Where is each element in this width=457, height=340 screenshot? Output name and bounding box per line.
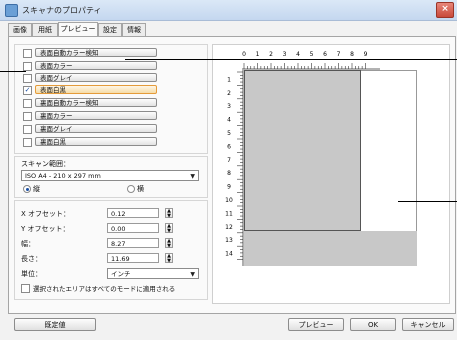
ruler-label: 5	[227, 130, 231, 137]
ruler-label: 13	[225, 237, 233, 244]
landscape-label: 横	[137, 185, 144, 193]
default-button[interactable]: 既定値	[14, 318, 96, 331]
ruler-label: 0	[242, 51, 246, 58]
ruler-label: 12	[225, 224, 233, 231]
ruler-label: 7	[227, 157, 231, 164]
y-offset-spinner[interactable]: ▲ ▼	[165, 223, 173, 234]
mode-button[interactable]: 裏面カラー	[35, 111, 157, 120]
x-offset-field[interactable]: 0.12	[107, 208, 159, 218]
apply-all-checkbox[interactable]	[21, 284, 30, 293]
ruler-label: 2	[227, 90, 231, 97]
ruler-label: 14	[225, 251, 233, 258]
cancel-button[interactable]: キャンセル	[402, 318, 454, 331]
ruler-label: 1	[256, 51, 260, 58]
vertical-ruler: 1234567891011121314	[225, 70, 244, 266]
x-offset-label: X オフセット：	[21, 210, 71, 218]
mode-button-selected[interactable]: 表面白黒	[35, 85, 157, 94]
ruler-label: 8	[227, 170, 231, 177]
tab-image[interactable]: 画像	[8, 23, 32, 36]
mode-checkbox[interactable]	[23, 74, 32, 83]
chevron-down-icon: ▼	[190, 173, 195, 180]
callout-line	[0, 71, 26, 72]
portrait-label: 縦	[33, 185, 40, 193]
ruler-label: 9	[227, 184, 231, 191]
mode-checkbox[interactable]	[23, 99, 32, 108]
ruler-label: 1	[227, 76, 231, 83]
ruler-label: 11	[225, 210, 233, 217]
offset-group: X オフセット： 0.12 ▲ ▼ Y オフセット： 0.00 ▲ ▼ 幅： 8.2…	[14, 200, 208, 300]
mode-button[interactable]: 裏面グレイ	[35, 124, 157, 133]
mode-button[interactable]: 表面自動カラー検知	[35, 48, 157, 57]
scan-area-value: ISO A4 - 210 x 297 mm	[25, 172, 101, 180]
mode-checkbox[interactable]	[23, 112, 32, 121]
ruler-label: 5	[310, 51, 314, 58]
ruler-label: 8	[350, 51, 354, 58]
mode-button[interactable]: 表面カラー	[35, 61, 157, 70]
unit-select[interactable]: インチ ▼	[107, 268, 199, 279]
unit-label: 単位：	[21, 270, 42, 278]
width-spinner[interactable]: ▲ ▼	[165, 238, 173, 249]
mode-checkbox[interactable]	[23, 62, 32, 71]
y-offset-label: Y オフセット：	[21, 225, 70, 233]
scan-area-select[interactable]: ISO A4 - 210 x 297 mm ▼	[21, 170, 199, 181]
non-scan-shade	[244, 231, 417, 266]
ruler-label: 6	[227, 143, 231, 150]
y-offset-field[interactable]: 0.00	[107, 223, 159, 233]
ruler-label: 9	[364, 51, 368, 58]
x-offset-spinner[interactable]: ▲ ▼	[165, 208, 173, 219]
mode-button[interactable]: 裏面自動カラー検知	[35, 98, 157, 107]
scanner-properties-window: スキャナのプロパティ × 画像 用紙 プレビュー 設定 情報 表面自動カラー検知…	[0, 0, 457, 340]
tab-info[interactable]: 情報	[122, 23, 146, 36]
ruler-label: 10	[225, 197, 233, 204]
length-label: 長さ：	[21, 255, 42, 263]
length-spinner[interactable]: ▲ ▼	[165, 253, 173, 264]
apply-all-label: 選択されたエリアはすべてのモードに適用される	[33, 285, 176, 293]
close-button[interactable]: ×	[436, 2, 454, 18]
mode-checkbox[interactable]	[23, 138, 32, 147]
width-field[interactable]: 8.27	[107, 238, 159, 248]
tab-settings[interactable]: 設定	[98, 23, 122, 36]
callout-line	[398, 201, 457, 202]
scan-area-group: スキャン範囲： ISO A4 - 210 x 297 mm ▼ 縦 横	[14, 156, 208, 198]
landscape-radio[interactable]	[127, 185, 135, 193]
mode-checkbox-checked[interactable]: ✓	[23, 86, 32, 95]
mode-checkbox[interactable]	[23, 125, 32, 134]
mode-button[interactable]: 表面グレイ	[35, 73, 157, 82]
ruler-label: 4	[227, 117, 231, 124]
portrait-radio[interactable]	[23, 185, 31, 193]
chevron-down-icon: ▼	[190, 271, 195, 278]
scan-mode-group: 表面自動カラー検知 表面カラー 表面グレイ ✓ 表面白黒 裏面自動カラー検知 裏…	[14, 44, 208, 154]
preview-button[interactable]: プレビュー	[288, 318, 344, 331]
ruler-label: 3	[283, 51, 287, 58]
scan-area-selection[interactable]	[244, 70, 361, 231]
scan-area-label: スキャン範囲：	[21, 160, 70, 168]
length-field[interactable]: 11.69	[107, 253, 159, 263]
tab-preview[interactable]: プレビュー	[58, 22, 98, 37]
title-bar: スキャナのプロパティ ×	[0, 0, 457, 21]
ruler-label: 3	[227, 103, 231, 110]
unit-value: インチ	[111, 270, 131, 278]
mode-button[interactable]: 裏面白黒	[35, 137, 157, 146]
tab-paper[interactable]: 用紙	[32, 23, 58, 36]
mode-checkbox[interactable]	[23, 49, 32, 58]
scanner-app-icon	[5, 4, 18, 17]
ruler-label: 4	[296, 51, 300, 58]
ruler-label: 2	[269, 51, 273, 58]
ruler-label: 7	[337, 51, 341, 58]
window-title: スキャナのプロパティ	[22, 6, 102, 15]
callout-line	[125, 59, 457, 60]
ok-button[interactable]: OK	[350, 318, 396, 331]
width-label: 幅：	[21, 240, 35, 248]
ruler-label: 6	[323, 51, 327, 58]
